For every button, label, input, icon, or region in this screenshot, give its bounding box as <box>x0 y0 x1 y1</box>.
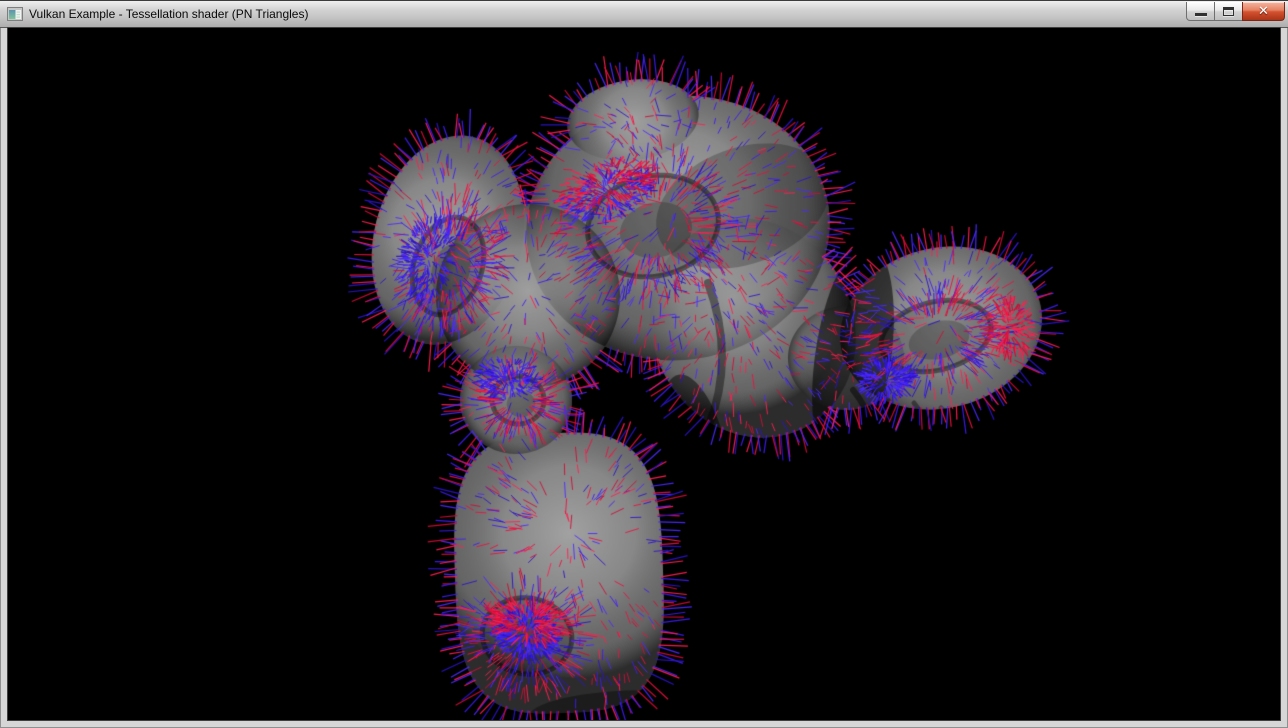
minimize-icon <box>1195 13 1207 16</box>
title-bar[interactable]: Vulkan Example - Tessellation shader (PN… <box>0 0 1288 28</box>
client-area <box>8 28 1280 720</box>
app-icon[interactable] <box>7 6 23 22</box>
maximize-icon <box>1223 7 1234 16</box>
maximize-button[interactable] <box>1214 2 1243 21</box>
close-button[interactable]: ✕ <box>1242 2 1285 21</box>
app-icon-graphic <box>7 6 23 22</box>
window-title: Vulkan Example - Tessellation shader (PN… <box>29 7 308 21</box>
minimize-button[interactable] <box>1186 2 1215 21</box>
caption-button-group: ✕ <box>1186 2 1285 21</box>
close-icon: ✕ <box>1258 5 1269 18</box>
app-window: Vulkan Example - Tessellation shader (PN… <box>0 0 1288 728</box>
render-viewport[interactable] <box>8 28 1280 720</box>
